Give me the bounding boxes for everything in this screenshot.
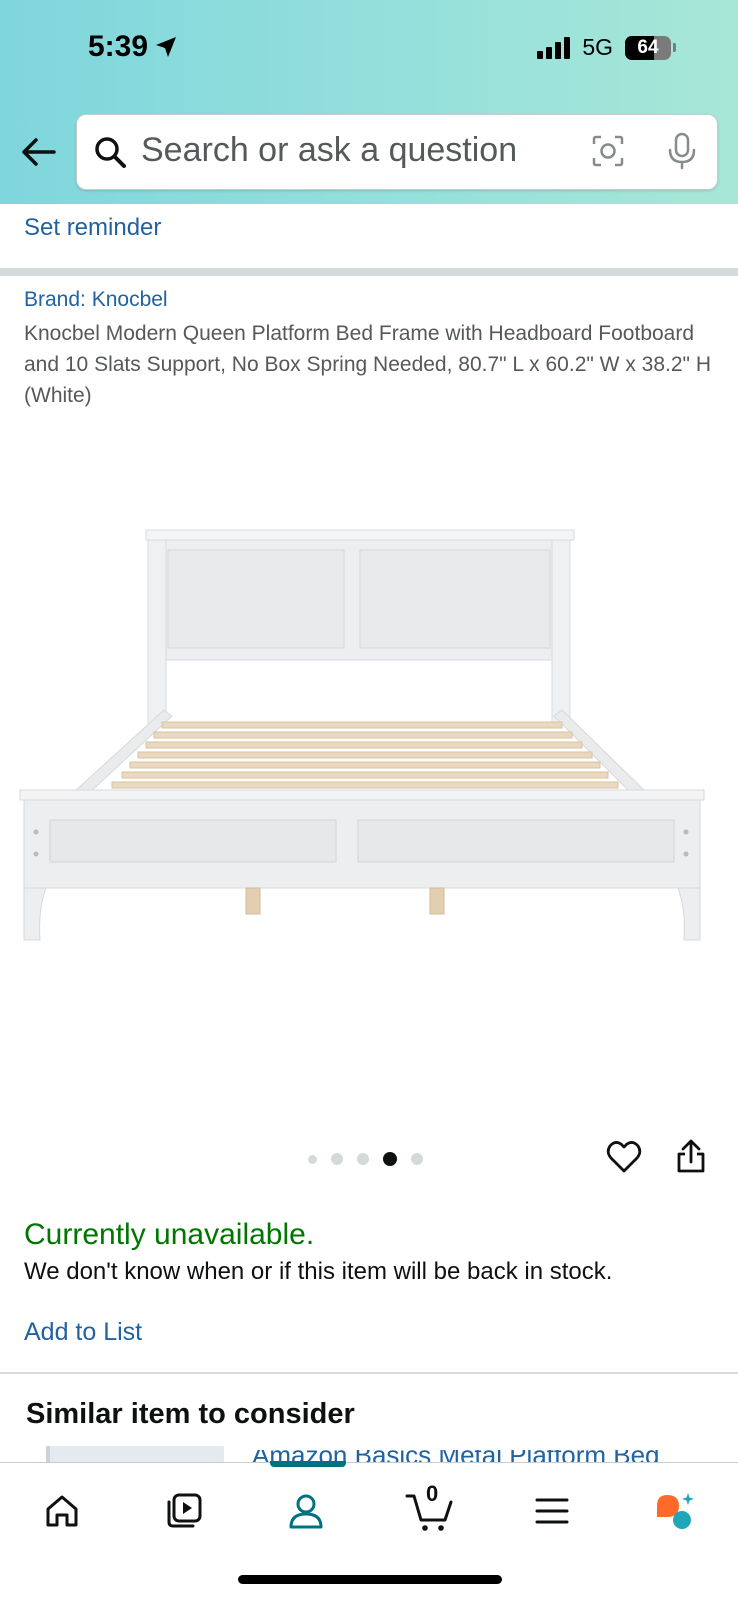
- carousel-dot[interactable]: [308, 1154, 317, 1164]
- brand-link[interactable]: Brand: Knocbel: [24, 288, 168, 312]
- stock-message: We don't know when or if this item will …: [24, 1258, 613, 1285]
- app-header: 5:39 5G 64 Search or ask a question: [0, 0, 738, 204]
- camera-lens-icon[interactable]: [591, 134, 625, 168]
- carousel-dot[interactable]: [383, 1152, 397, 1166]
- nav-video[interactable]: [158, 1485, 210, 1537]
- nav-cart[interactable]: 0: [404, 1481, 456, 1537]
- cart-count: 0: [426, 1481, 439, 1506]
- heart-icon: [606, 1141, 642, 1173]
- nav-home[interactable]: [36, 1485, 88, 1537]
- network-type: 5G: [582, 34, 613, 60]
- location-arrow-icon: [156, 37, 177, 57]
- video-icon: [167, 1493, 202, 1528]
- carousel-dot[interactable]: [411, 1153, 423, 1165]
- battery-nub: [673, 43, 676, 52]
- carousel-dot[interactable]: [357, 1153, 369, 1165]
- share-icon: [677, 1139, 705, 1173]
- add-to-list-link[interactable]: Add to List: [24, 1318, 142, 1347]
- microphone-icon[interactable]: [667, 132, 697, 170]
- set-reminder-link[interactable]: Set reminder: [24, 214, 161, 242]
- product-title: Knocbel Modern Queen Platform Bed Frame …: [24, 322, 711, 407]
- product-image[interactable]: [14, 520, 724, 970]
- carousel-dot[interactable]: [331, 1153, 343, 1165]
- search-input[interactable]: Search or ask a question: [141, 131, 517, 170]
- battery-icon: 64: [625, 35, 671, 60]
- status-time-text: 5:39: [88, 30, 149, 63]
- home-icon: [46, 1495, 78, 1527]
- back-arrow-icon: [22, 138, 56, 166]
- status-indicators: 5G 64: [537, 34, 676, 61]
- section-divider-thin: [0, 1372, 738, 1374]
- similar-item-heading: Similar item to consider: [26, 1398, 355, 1430]
- section-divider: [0, 268, 738, 276]
- home-indicator[interactable]: [238, 1575, 502, 1584]
- nav-assistant[interactable]: [648, 1485, 700, 1537]
- bed-frame-image: [19, 529, 705, 941]
- nav-menu[interactable]: [526, 1485, 578, 1537]
- nav-account[interactable]: [280, 1485, 332, 1537]
- wishlist-button[interactable]: [606, 1140, 642, 1179]
- active-tab-indicator: [270, 1461, 346, 1467]
- search-bar[interactable]: Search or ask a question: [76, 114, 718, 190]
- menu-icon: [535, 1498, 569, 1524]
- image-carousel-dots[interactable]: [308, 1152, 423, 1166]
- status-time: 5:39: [88, 30, 178, 64]
- back-button[interactable]: [18, 132, 58, 172]
- search-icon: [95, 137, 126, 168]
- share-button[interactable]: [676, 1138, 706, 1179]
- assistant-icon: [657, 1493, 694, 1529]
- battery-percent: 64: [637, 36, 659, 58]
- account-icon: [289, 1494, 323, 1529]
- cellular-signal-icon: [537, 36, 571, 59]
- availability-status: Currently unavailable.: [24, 1218, 315, 1251]
